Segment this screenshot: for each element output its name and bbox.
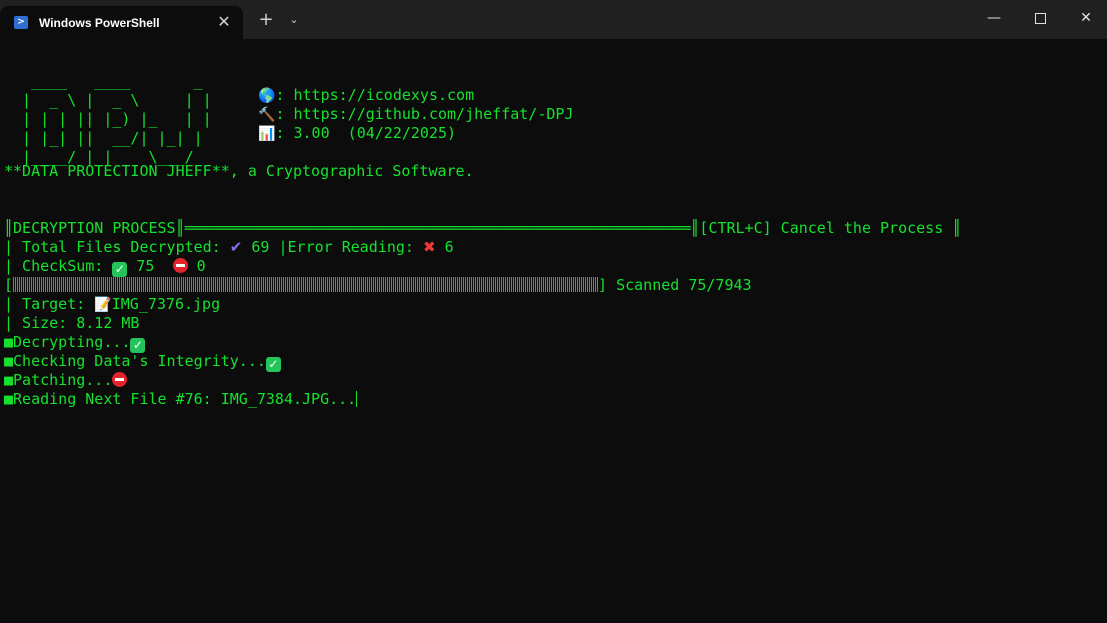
header-divider: ════════════════════════════════════════… <box>184 219 691 237</box>
tab-dropdown-chevron-icon[interactable]: ⌄ <box>285 9 303 31</box>
check-mark-icon: ✔ <box>229 238 243 256</box>
memo-icon: 📝 <box>94 297 112 313</box>
website-line: 🌎: https://icodexys.com <box>258 86 474 106</box>
maximize-button[interactable] <box>1025 5 1055 31</box>
close-window-button[interactable]: ✕ <box>1071 5 1101 31</box>
step-next-file: ■Reading Next File #76: IMG_7384.JPG... <box>4 390 358 409</box>
hammer-icon: 🔨 <box>258 107 276 123</box>
website-text: : https://icodexys.com <box>275 86 475 104</box>
ascii-art-line: | |_| || __/| |_| | <box>4 129 203 147</box>
cross-mark-icon: ✖ <box>422 238 436 256</box>
target-label: | Target: <box>4 295 95 313</box>
step-integrity-text: ■Checking Data's Integrity... <box>4 352 266 370</box>
step-decrypting-text: ■Decrypting... <box>4 333 131 351</box>
error-count: 6 <box>444 238 454 256</box>
process-header: ║DECRYPTION PROCESS║════════════════════… <box>4 219 961 238</box>
target-file: IMG_7376.jpg <box>111 295 221 313</box>
no-entry-icon <box>112 372 128 387</box>
version-text: : 3.00 (04/22/2025) <box>275 124 457 142</box>
powershell-icon: > <box>14 16 28 29</box>
checksum-line: | CheckSum: ✓ 75 0 <box>4 257 206 277</box>
check-box-icon: ✓ <box>265 357 281 372</box>
github-text: : https://github.com/jheffat/-DPJ <box>275 105 574 123</box>
no-entry-icon <box>172 258 188 273</box>
totals-line: | Total Files Decrypted: ✔ 69 |Error Rea… <box>4 238 454 257</box>
step-next-text: ■Reading Next File #76: IMG_7384.JPG... <box>4 390 357 408</box>
new-tab-button[interactable]: + <box>255 9 277 31</box>
checksum-label: | CheckSum: <box>4 257 113 275</box>
tab-windows-powershell[interactable]: > Windows PowerShell ✕ <box>0 6 243 39</box>
target-line: | Target: 📝IMG_7376.jpg <box>4 295 220 315</box>
minimize-button[interactable]: — <box>979 5 1009 31</box>
bar-open: [ <box>4 276 14 294</box>
check-box-icon: ✓ <box>112 262 128 277</box>
step-decrypting: ■Decrypting... ✓ <box>4 333 146 353</box>
ascii-art-line: ____ ____ _ <box>4 72 203 90</box>
total-count: 69 <box>251 238 270 256</box>
checksum-ok-count: 75 <box>136 257 155 275</box>
ascii-art-line: | _ \ | _ \ | | <box>4 91 212 109</box>
github-line: 🔨: https://github.com/jheffat/-DPJ <box>258 105 573 125</box>
checksum-fail-count: 0 <box>196 257 206 275</box>
tab-title: Windows PowerShell <box>39 16 160 30</box>
version-line: 📊: 3.00 (04/22/2025) <box>258 124 456 144</box>
cancel-hint: ║[CTRL+C] Cancel the Process ║ <box>690 219 962 237</box>
maximize-icon <box>1034 12 1046 24</box>
tab-close-icon[interactable]: ✕ <box>214 12 234 32</box>
scanned-count: Scanned 75/7943 <box>616 276 752 294</box>
check-box-icon: ✓ <box>130 338 146 353</box>
title-bar: > Windows PowerShell ✕ + ⌄ — ✕ <box>0 0 1107 39</box>
step-patching-text: ■Patching... <box>4 371 113 389</box>
error-label: |Error Reading: <box>269 238 423 256</box>
progress-line: [] Scanned 75/7943 <box>4 276 752 295</box>
terminal-area[interactable]: ____ ____ _ | _ \ | _ \ | | | | | || |_)… <box>0 39 1107 623</box>
total-label: | Total Files Decrypted: <box>4 238 230 256</box>
bar-close: ] <box>598 276 608 294</box>
globe-icon: 🌎 <box>258 88 276 104</box>
size-line: | Size: 8.12 MB <box>4 314 140 332</box>
step-patching: ■Patching... <box>4 371 128 390</box>
step-integrity: ■Checking Data's Integrity... ✓ <box>4 352 281 372</box>
progress-bar <box>13 277 599 292</box>
tagline: **DATA PROTECTION JHEFF**, a Cryptograph… <box>4 162 474 180</box>
text-cursor <box>356 391 358 407</box>
process-title: ║DECRYPTION PROCESS║ <box>4 219 185 237</box>
bar-chart-icon: 📊 <box>258 126 276 142</box>
ascii-art-line: | | | || |_) |_ | | <box>4 110 212 128</box>
